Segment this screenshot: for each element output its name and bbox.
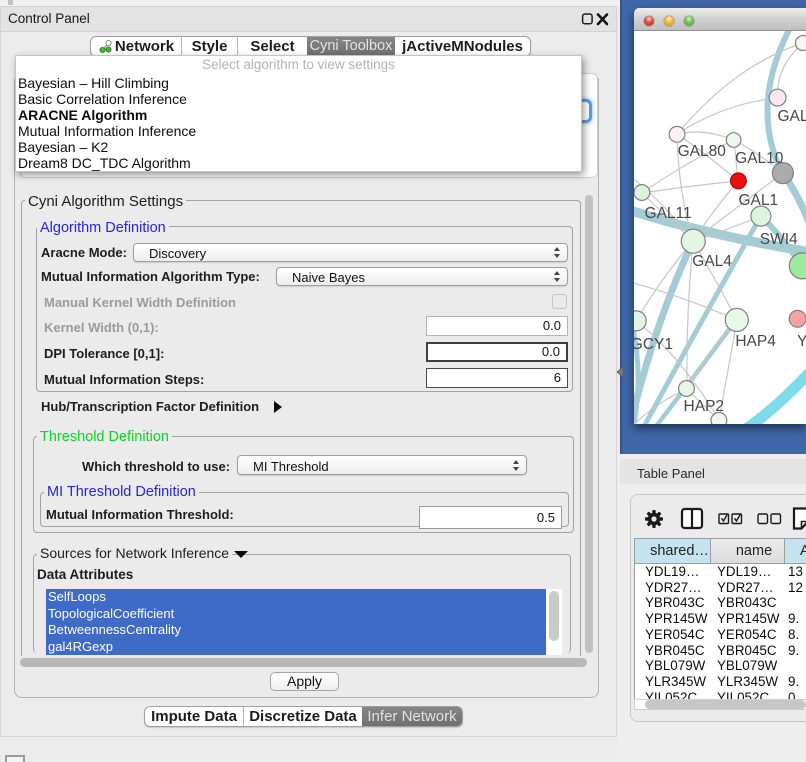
svg-text:GAL11: GAL11 (645, 205, 692, 222)
svg-text:GAL80: GAL80 (678, 143, 727, 160)
svg-text:SWI4: SWI4 (760, 231, 798, 248)
svg-text:Y: Y (797, 333, 806, 350)
svg-text:HAP4: HAP4 (735, 333, 776, 350)
svg-text:HAP2: HAP2 (684, 398, 725, 415)
svg-text:GAL: GAL (777, 108, 806, 125)
svg-text:GAL4: GAL4 (692, 253, 732, 270)
svg-text:GCY1: GCY1 (634, 336, 673, 353)
svg-text:GAL10: GAL10 (735, 150, 784, 167)
svg-text:GAL1: GAL1 (738, 192, 778, 209)
